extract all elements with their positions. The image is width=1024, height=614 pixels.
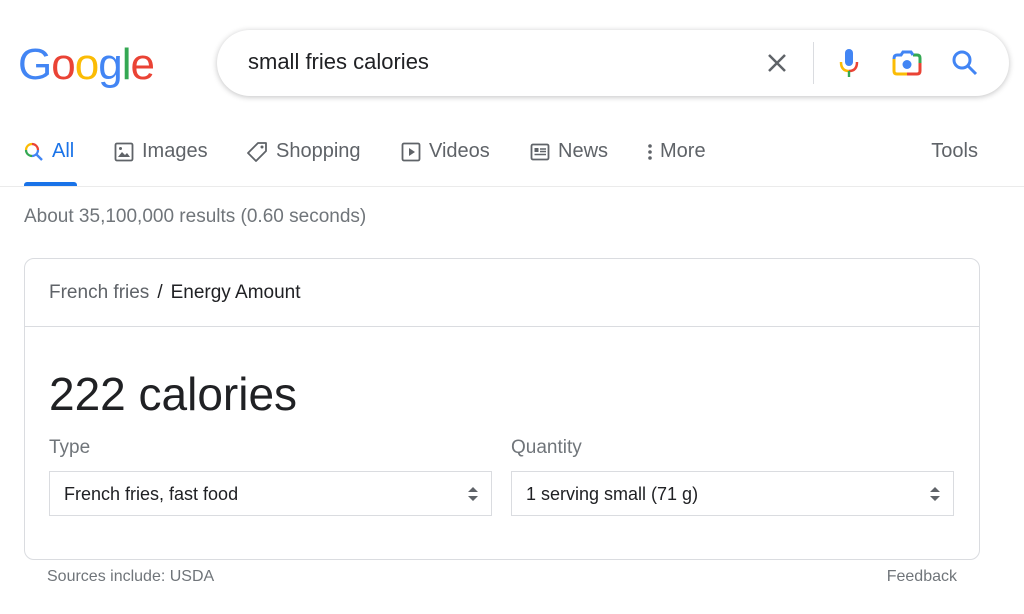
play-icon <box>401 142 421 162</box>
quantity-select[interactable]: 1 serving small (71 g) <box>511 471 954 516</box>
search-box[interactable]: small fries calories <box>217 30 1009 96</box>
clear-icon[interactable] <box>761 47 793 79</box>
tab-videos[interactable]: Videos <box>401 140 490 163</box>
tab-label: News <box>558 140 609 162</box>
tab-label: All <box>52 140 75 162</box>
quantity-select-value: 1 serving small (71 g) <box>526 484 699 504</box>
microphone-icon[interactable] <box>833 47 865 79</box>
search-input[interactable]: small fries calories <box>248 49 429 75</box>
tab-shopping[interactable]: Shopping <box>246 140 361 163</box>
breadcrumb-attribute: Energy Amount <box>170 281 301 303</box>
calorie-value: 222 calories <box>49 368 298 420</box>
tab-label: Shopping <box>276 140 361 162</box>
tab-all[interactable]: All <box>24 140 74 163</box>
camera-lens-icon[interactable] <box>891 47 923 79</box>
google-logo[interactable]: Google <box>18 40 155 90</box>
sources-text: Sources include: USDA <box>47 568 215 585</box>
tab-label: More <box>660 140 706 162</box>
logo-letter: e <box>130 40 155 89</box>
divider <box>813 42 814 84</box>
search-icon <box>24 142 44 162</box>
logo-letter: o <box>51 40 76 89</box>
type-label: Type <box>49 437 91 458</box>
select-arrows-icon <box>929 485 941 508</box>
news-icon <box>530 142 550 162</box>
logo-letter: o <box>74 40 100 89</box>
tools-button[interactable]: Tools <box>931 140 978 163</box>
tab-label: Images <box>142 140 208 162</box>
type-select-value: French fries, fast food <box>64 484 239 504</box>
type-select[interactable]: French fries, fast food <box>49 471 492 516</box>
select-arrows-icon <box>467 485 479 508</box>
search-tabs: All Images Shopping Videos News More Too… <box>0 130 1024 187</box>
active-tab-indicator <box>24 182 77 186</box>
more-vert-icon <box>646 142 654 162</box>
logo-letter: G <box>18 40 52 89</box>
breadcrumb-separator: / <box>157 281 163 303</box>
search-icon[interactable] <box>949 47 981 79</box>
logo-letter: l <box>121 40 132 89</box>
breadcrumb: French fries / Energy Amount <box>25 259 979 327</box>
tab-images[interactable]: Images <box>114 140 208 163</box>
breadcrumb-category[interactable]: French fries <box>49 282 149 304</box>
result-stats: About 35,100,000 results (0.60 seconds) <box>24 206 367 227</box>
tag-icon <box>246 141 268 163</box>
tab-news[interactable]: News <box>530 140 608 163</box>
image-icon <box>114 142 134 162</box>
feedback-link[interactable]: Feedback <box>887 568 957 586</box>
logo-letter: g <box>98 40 123 89</box>
quantity-label: Quantity <box>511 437 582 458</box>
tab-more[interactable]: More <box>646 140 706 163</box>
nutrition-card: French fries / Energy Amount 222 calorie… <box>24 258 980 560</box>
tab-label: Videos <box>429 140 490 162</box>
